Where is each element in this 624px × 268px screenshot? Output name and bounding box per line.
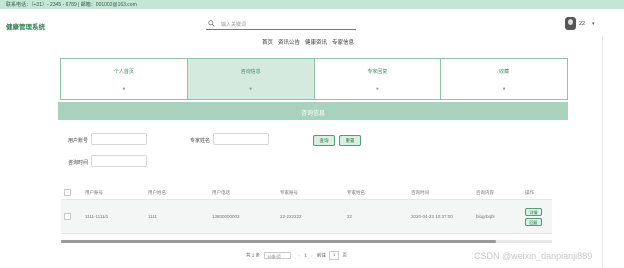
main-nav: 首页 资讯公告 健康资讯 专家信息 — [262, 38, 354, 46]
search-box[interactable]: 输入关键词 — [206, 19, 356, 30]
user-account-input[interactable] — [91, 133, 147, 145]
card-favorites[interactable]: 收藏 ● — [441, 59, 567, 99]
col-header: 用户电话 — [209, 186, 277, 200]
cell-user-name: 1111 — [145, 199, 209, 234]
col-header: 专家姓名 — [344, 186, 408, 200]
table-row: 1111-1111/1 1111 13800000003 22-222222 2… — [61, 199, 552, 234]
consult-table: 用户账号 用户姓名 用户电话 专家账号 专家姓名 咨询时间 咨询内容 操作 11… — [61, 186, 552, 234]
site-brand[interactable]: 健康管理系统 — [6, 21, 45, 31]
cell-expert-account: 22-222222 — [277, 199, 344, 234]
search-input[interactable]: 输入关键词 — [221, 21, 246, 28]
user-account-label: 用户账号 — [68, 138, 89, 144]
nav-home[interactable]: 首页 — [262, 38, 273, 46]
contact-text: 联系电话：（+31）- 2345 - 6789 | 邮箱：001002@163.… — [6, 2, 137, 8]
search-icon[interactable] — [208, 20, 215, 27]
col-header: 咨询内容 — [473, 186, 522, 200]
cell-actions: 详情 回复 — [522, 199, 552, 234]
cell-expert-name: 22 — [344, 199, 408, 234]
dot-icon: ● — [502, 86, 506, 92]
prev-page-icon[interactable]: ‹ — [299, 253, 301, 258]
cell-consult-time: 2020-04-23 10:37:00 — [408, 199, 473, 234]
cell-user-phone: 13800000003 — [209, 199, 277, 234]
reset-button[interactable]: 重置 — [339, 135, 361, 146]
card-label: 个人首页 — [113, 69, 134, 75]
nav-experts[interactable]: 专家信息 — [332, 38, 354, 46]
row-select-cell[interactable] — [61, 199, 82, 234]
user-name[interactable]: 22 — [579, 21, 585, 27]
top-contact-bar: 联系电话：（+31）- 2345 - 6789 | 邮箱：001002@163.… — [0, 0, 624, 9]
consult-time-label: 咨询时间 — [68, 160, 89, 166]
avatar[interactable] — [565, 17, 576, 30]
total-count: 共 1 条 — [246, 252, 261, 258]
scrollbar-thumb[interactable] — [61, 240, 496, 243]
search-button[interactable]: 查询 — [313, 135, 335, 146]
nav-announcements[interactable]: 资讯公告 — [278, 38, 300, 46]
goto-label: 前往 — [316, 252, 326, 258]
dot-icon: ● — [249, 86, 253, 92]
expert-name-label: 专家姓名 — [190, 138, 211, 144]
col-header: 操作 — [522, 186, 552, 200]
current-page[interactable]: 1 — [304, 253, 307, 258]
reply-button[interactable]: 回复 — [525, 217, 542, 226]
detail-button[interactable]: 详情 — [525, 207, 542, 216]
chevron-down-icon[interactable]: ▾ — [592, 21, 595, 27]
card-label: 收藏 — [499, 69, 510, 75]
card-expert-reply[interactable]: 专家回复 ● — [314, 59, 442, 99]
next-page-icon[interactable]: › — [311, 253, 313, 258]
page-unit: 页 — [342, 252, 347, 258]
pagination: 共 1 条 10条/页 ‹ 1 › 前往 1 页 — [246, 251, 347, 260]
consult-time-input[interactable] — [91, 155, 147, 167]
cell-consult-content: blogrbqbl — [473, 199, 522, 234]
center-menu-cards: 个人首页 ● 咨询信息 ● 专家回复 ● 收藏 ● — [60, 58, 568, 100]
col-header: 用户账号 — [82, 186, 145, 200]
nav-health-info[interactable]: 健康资讯 — [305, 38, 327, 46]
section-title: 咨询信息 — [300, 111, 325, 117]
section-banner: 咨询信息 — [58, 102, 568, 120]
col-header: 咨询时间 — [408, 186, 473, 200]
card-label: 咨询信息 — [240, 69, 261, 75]
select-all-checkbox[interactable] — [64, 188, 71, 196]
row-checkbox[interactable] — [64, 212, 71, 220]
card-consult-info[interactable]: 咨询信息 ● — [187, 59, 315, 99]
goto-page-input[interactable]: 1 — [329, 251, 340, 260]
col-header: 用户姓名 — [145, 186, 209, 200]
col-header: 专家账号 — [277, 186, 344, 200]
expert-name-input[interactable] — [213, 133, 269, 145]
watermark: CSDN @weixin_danpianji889 — [474, 251, 593, 261]
dot-icon: ● — [375, 86, 379, 92]
cell-user-account: 1111-1111/1 — [82, 199, 145, 234]
select-all-cell[interactable] — [61, 186, 82, 200]
card-label: 专家回复 — [367, 69, 388, 75]
page-size-select[interactable]: 10条/页 — [264, 252, 292, 259]
card-personal-home[interactable]: 个人首页 ● — [61, 59, 188, 99]
table-horizontal-scrollbar[interactable] — [61, 240, 552, 243]
dot-icon: ● — [122, 86, 126, 92]
page-edge-divider — [602, 36, 603, 268]
table-header-row: 用户账号 用户姓名 用户电话 专家账号 专家姓名 咨询时间 咨询内容 操作 — [61, 186, 552, 200]
